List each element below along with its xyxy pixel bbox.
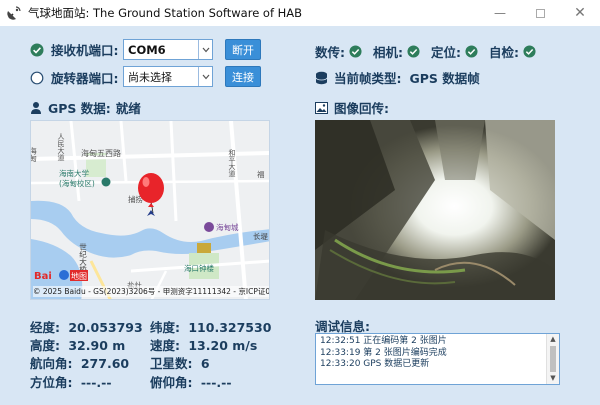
map-label-clock: 海口钟楼 xyxy=(184,263,214,273)
frame-type-row: 当前帧类型: GPS 数据帧 xyxy=(315,68,480,87)
heading-label: 航向角: xyxy=(30,356,73,371)
status-row: 数传: 相机: 定位: 自检: xyxy=(315,42,536,61)
azimuth-value: ---.-- xyxy=(80,375,112,390)
satellites-field: 卫星数: 6 xyxy=(150,353,210,372)
map-label-heping: 和平大道 xyxy=(228,148,236,178)
altitude-field: 高度: 32.90 m xyxy=(30,335,125,354)
close-icon: ✕ xyxy=(574,5,586,21)
rotator-port-label: 旋转器端口: xyxy=(51,71,119,86)
longitude-value: 20.053793 xyxy=(68,320,143,335)
maximize-button[interactable] xyxy=(520,0,560,26)
person-pin-icon xyxy=(31,101,41,114)
speed-field: 速度: 13.20 m/s xyxy=(150,335,257,354)
title-bar: 气球地面站: The Ground Station Software of HA… xyxy=(0,0,600,26)
scroll-down-icon[interactable]: ▼ xyxy=(547,373,559,384)
map-label-renmin: 人民大道 xyxy=(57,133,65,162)
scroll-thumb[interactable] xyxy=(550,346,556,372)
latitude-label: 纬度: xyxy=(150,320,180,335)
rotator-port-select[interactable]: 尚未选择 xyxy=(123,66,213,87)
disconnect-button[interactable]: 断开 xyxy=(225,39,261,60)
image-heading-row: 图像回传: xyxy=(315,98,389,117)
debug-log-line: 12:33:20 GPS 数据已更新 xyxy=(320,359,430,369)
gps-status-row: GPS 数据: 就绪 xyxy=(30,98,141,117)
map-label-bridge: 世纪大桥 xyxy=(78,242,87,274)
camera-photo xyxy=(315,120,555,300)
connect-button[interactable]: 连接 xyxy=(225,66,261,87)
satellite-dish-icon xyxy=(7,6,21,20)
speed-label: 速度: xyxy=(150,338,180,353)
check-circle-icon xyxy=(523,45,536,58)
receiver-port-label: 接收机端口: xyxy=(51,43,119,58)
longitude-label: 经度: xyxy=(30,320,60,335)
elevation-value: ---.-- xyxy=(200,375,232,390)
speed-value: 13.20 m/s xyxy=(188,338,258,353)
status-gps-label: 定位: xyxy=(431,45,461,60)
baidu-logo-map: 地图 xyxy=(71,271,87,281)
chevron-down-icon xyxy=(198,40,212,59)
status-camera-label: 相机: xyxy=(373,45,403,60)
close-button[interactable]: ✕ xyxy=(560,0,600,26)
map-label-levee: 长堤 xyxy=(253,231,268,241)
debug-log[interactable]: 12:32:51 正在编码第 2 张图片 12:33:19 第 2 张图片编码完… xyxy=(315,333,560,385)
gps-data-value: 就绪 xyxy=(115,101,141,116)
image-icon xyxy=(315,101,328,114)
frame-type-label: 当前帧类型: xyxy=(334,71,402,86)
image-label: 图像回传: xyxy=(334,101,389,116)
azimuth-label: 方位角: xyxy=(30,375,73,390)
scroll-up-icon[interactable]: ▲ xyxy=(547,334,559,345)
map-label-city: 海甸城 xyxy=(216,222,239,232)
latitude-field: 纬度: 110.327530 xyxy=(150,317,271,336)
balloon-marker-icon[interactable] xyxy=(138,173,164,216)
receiver-port-value: COM6 xyxy=(128,42,166,57)
satellites-label: 卫星数: xyxy=(150,356,193,371)
map-view[interactable]: 海甸五西路 海南大学 (海甸校区) 捕捞 海甸城 海口钟楼 世纪大桥 长堤 和平… xyxy=(30,120,270,300)
frame-type-value: GPS 数据帧 xyxy=(409,71,480,86)
map-label-west: 海甸 xyxy=(31,146,38,164)
check-circle-icon xyxy=(407,45,420,58)
debug-log-scrollbar[interactable]: ▲ ▼ xyxy=(546,334,559,384)
map-label-area: 福 xyxy=(257,170,265,179)
status-selftest-label: 自检: xyxy=(489,45,519,60)
database-icon xyxy=(315,71,328,84)
receiver-port-radio[interactable]: 接收机端口: xyxy=(30,40,119,59)
gps-data-label: GPS 数据: xyxy=(48,101,111,116)
map-canvas[interactable]: 海甸五西路 海南大学 (海甸校区) 捕捞 海甸城 海口钟楼 世纪大桥 长堤 和平… xyxy=(31,121,270,300)
radio-empty-icon xyxy=(30,71,44,84)
minimize-button[interactable]: — xyxy=(480,0,520,26)
map-label-campus: (海甸校区) xyxy=(59,178,95,188)
debug-log-line: 12:32:51 正在编码第 2 张图片 xyxy=(320,336,447,346)
azimuth-field: 方位角: ---.-- xyxy=(30,372,112,391)
check-circle-icon xyxy=(465,45,478,58)
status-datalink-label: 数传: xyxy=(315,45,345,60)
heading-field: 航向角: 277.60 xyxy=(30,353,129,372)
elevation-label: 俯仰角: xyxy=(150,375,193,390)
receiver-port-select[interactable]: COM6 xyxy=(123,39,213,60)
minimize-icon: — xyxy=(494,6,506,20)
chevron-down-icon xyxy=(198,67,212,86)
map-label-univ: 海南大学 xyxy=(59,168,89,178)
satellites-value: 6 xyxy=(200,356,210,371)
heading-value: 277.60 xyxy=(80,356,130,371)
baidu-logo-text: Bai xyxy=(34,271,52,282)
debug-log-line: 12:33:19 第 2 张图片编码完成 xyxy=(320,347,447,358)
window-title: 气球地面站: The Ground Station Software of HA… xyxy=(28,6,303,20)
map-copyright: © 2025 Baidu - GS(2023)3206号 - 甲测资字11111… xyxy=(33,286,269,297)
check-circle-icon xyxy=(30,43,44,56)
altitude-value: 32.90 m xyxy=(68,338,126,353)
rotator-port-value: 尚未选择 xyxy=(128,70,172,84)
elevation-field: 俯仰角: ---.-- xyxy=(150,372,232,391)
camera-image xyxy=(315,120,555,300)
maximize-icon xyxy=(535,8,545,18)
debug-log-lines: 12:32:51 正在编码第 2 张图片 12:33:19 第 2 张图片编码完… xyxy=(316,334,559,373)
altitude-label: 高度: xyxy=(30,338,60,353)
rotator-port-radio[interactable]: 旋转器端口: xyxy=(30,68,119,87)
longitude-field: 经度: 20.053793 xyxy=(30,317,143,336)
check-circle-icon xyxy=(349,45,362,58)
latitude-value: 110.327530 xyxy=(188,320,272,335)
map-label-road: 海甸五西路 xyxy=(81,148,121,158)
